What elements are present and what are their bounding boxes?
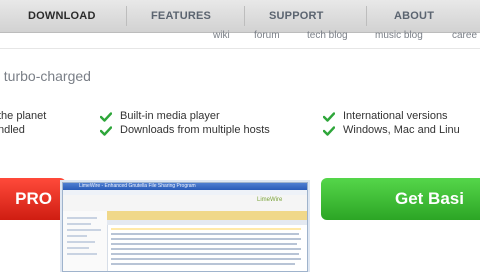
- checkmark-icon: [323, 126, 335, 136]
- screenshot-row: [111, 253, 299, 255]
- screenshot-row: [111, 248, 301, 250]
- sidebar-line: [67, 229, 101, 231]
- nav-tab-download[interactable]: DOWNLOAD: [28, 10, 96, 22]
- screenshot-logo: LimeWire: [257, 197, 283, 203]
- screenshot-toolbar: [107, 211, 307, 220]
- subnav-link-music-blog[interactable]: music blog: [375, 30, 423, 41]
- feature-item: ndled: [0, 124, 25, 136]
- checkmark-icon: [323, 112, 335, 122]
- feature-item: Downloads from multiple hosts: [120, 124, 270, 136]
- screenshot-title: LimeWire - Enhanced Gnutella File Sharin…: [79, 183, 196, 189]
- screenshot-sidebar: [63, 211, 108, 271]
- screenshot-row: [111, 238, 301, 240]
- sidebar-line: [67, 223, 91, 225]
- get-pro-label: PRO: [15, 189, 52, 208]
- nav-separator: [366, 6, 367, 26]
- screenshot-row: [111, 228, 301, 230]
- checkmark-icon: [100, 112, 112, 122]
- sidebar-line: [67, 217, 97, 219]
- sidebar-line: [67, 235, 87, 237]
- screenshot-row: [111, 263, 295, 265]
- get-pro-button[interactable]: PRO: [0, 178, 66, 220]
- subnav-link-careers[interactable]: caree: [452, 30, 477, 41]
- screenshot-header: LimeWire: [63, 195, 307, 211]
- feature-item: the planet: [0, 110, 47, 122]
- nav-tab-support[interactable]: SUPPORT: [269, 10, 324, 22]
- feature-item: International versions: [343, 110, 448, 122]
- nav-tab-about[interactable]: ABOUT: [394, 10, 434, 22]
- subnav-link-forum[interactable]: forum: [254, 30, 280, 41]
- sidebar-line: [67, 241, 95, 243]
- subnav-link-tech-blog[interactable]: tech blog: [307, 30, 348, 41]
- screenshot-row: [111, 258, 301, 260]
- checkmark-icon: [100, 126, 112, 136]
- top-navigation: DOWNLOAD FEATURES SUPPORT ABOUT: [0, 0, 480, 33]
- nav-tab-features[interactable]: FEATURES: [151, 10, 211, 22]
- sidebar-line: [67, 253, 97, 255]
- nav-separator: [126, 6, 127, 26]
- feature-item: Built-in media player: [120, 110, 220, 122]
- nav-separator: [244, 6, 245, 26]
- feature-item: Windows, Mac and Linu: [343, 124, 460, 136]
- get-basic-button[interactable]: Get Basi: [321, 178, 480, 220]
- screenshot-table-header: [107, 220, 307, 225]
- product-screenshot: LimeWire - Enhanced Gnutella File Sharin…: [62, 182, 308, 272]
- header-divider: [0, 48, 480, 49]
- subnav-link-wiki[interactable]: wiki: [213, 30, 230, 41]
- sidebar-line: [67, 247, 89, 249]
- tagline: t turbo-charged: [0, 68, 91, 84]
- screenshot-titlebar: LimeWire - Enhanced Gnutella File Sharin…: [63, 183, 307, 190]
- screenshot-row: [111, 243, 297, 245]
- get-basic-label: Get Basi: [395, 189, 464, 208]
- screenshot-row: [111, 233, 299, 235]
